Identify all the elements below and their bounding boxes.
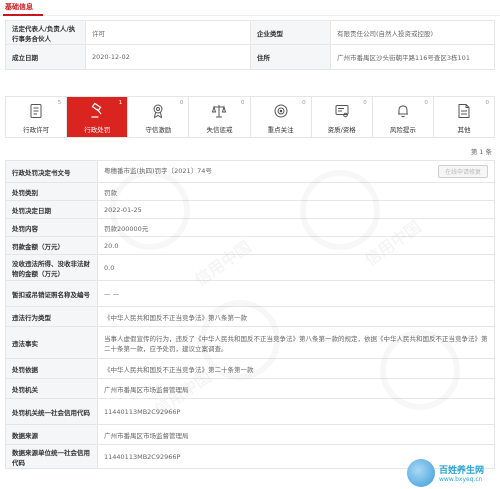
award-icon [150,103,166,119]
detail-value: 《中华人民共和国反不正当竞争法》第二十条第一款 [104,365,254,374]
company-type-value: 有限责任公司(自然人投资或控股) [330,20,495,45]
category-count: 0 [302,100,306,106]
record-pager: 第1条 [469,146,492,156]
detail-row: 处罚内容 罚款200000元 [5,218,495,237]
file-icon [456,103,472,119]
detail-value: 罚款200000元 [104,224,149,233]
detail-label: 数据来源 [5,424,98,445]
address-value: 广州市番禺区沙头街朝平路116号查区3栋101 [330,44,495,70]
detail-label: 暂扣或吊销证照名称及编号 [5,280,98,307]
detail-row: 处罚依据 《中华人民共和国反不正当竞争法》第二十条第一款 [5,358,495,379]
base-info-row: 成立日期 2020-12-02 住所 广州市番禺区沙头街朝平路116号查区3栋1… [5,44,495,70]
detail-value: 罚款 [104,188,117,197]
category-bar: 5 行政许可 1 行政处罚 0 守信激励 0 失信惩戒 0 重点关注 0 资质/资格 0 风险提示 0 其他 [5,96,495,138]
address-label: 住所 [250,44,331,70]
category-tab[interactable]: 5 行政许可 [6,97,68,137]
gavel-icon [89,102,105,119]
detail-value: 粤穗番市监(执四)罚字〔2021〕74号 [104,167,212,175]
category-label: 行政许可 [23,126,50,134]
detail-label: 处罚依据 [5,358,98,379]
category-count: 0 [363,100,367,106]
found-date-label: 成立日期 [5,44,86,70]
detail-row: 处罚机关 广州市番禺区市场监督管理局 [5,378,495,399]
detail-label: 处罚机关 [5,378,98,399]
detail-label: 处罚机关统一社会信用代码 [5,398,98,425]
detail-label: 违法事实 [5,326,98,359]
site-logo: 百姓养生网 www.bxyeq.cn [407,459,497,487]
document-icon [28,103,44,119]
detail-row: 处罚类别 罚款 [5,182,495,201]
category-label: 行政处罚 [84,126,111,134]
category-label: 资质/资格 [327,126,356,134]
category-tab[interactable]: 0 守信激励 [128,97,190,137]
category-count: 0 [485,100,490,106]
detail-label: 处罚决定日期 [5,200,98,219]
detail-row: 违法事实 当事人虚假宣传的行为，违反了《中华人民共和国反不正当竞争法》第八条第一款… [5,326,495,359]
detail-row: 没收违法所得、没收非法财物的金额（万元） 0.0 [5,254,495,281]
category-label: 守信激励 [145,126,172,134]
detail-value: 0.0 [104,263,115,272]
pager-suffix: 条 [485,148,493,156]
logo-icon [407,459,435,487]
found-date-value: 2020-12-02 [85,44,251,70]
detail-row: 处罚机关统一社会信用代码 11440113MB2C92966P [5,398,495,425]
category-label: 重点关注 [267,126,294,134]
detail-row: 处罚决定日期 2022-01-25 [5,200,495,219]
category-count: 1 [118,100,123,106]
tab-basic-info[interactable]: 基础信息 [5,2,33,12]
category-tab[interactable]: 1 行政处罚 [67,97,129,137]
bell-icon [395,103,411,119]
company-type-label: 企业类型 [250,20,331,45]
detail-label: 没收违法所得、没收非法财物的金额（万元） [5,254,98,281]
certificate-icon [334,103,350,119]
tab-underline [3,14,43,16]
site-url: www.bxyeq.cn [439,476,483,483]
detail-value: 广州市番禺区市场监督管理局 [104,431,189,440]
tab-bar: 基础信息 [0,0,500,16]
detail-row: 数据来源 广州市番禺区市场监督管理局 [5,424,495,445]
legal-rep-value: 许可 [85,20,251,45]
category-count: 0 [424,100,428,106]
category-tab[interactable]: 0 资质/资格 [312,97,373,137]
detail-label: 处罚类别 [5,182,98,201]
category-tab[interactable]: 0 重点关注 [251,97,312,137]
category-count: 5 [57,100,62,106]
detail-value: 11440113MB2C92966P [104,452,181,461]
detail-label: 罚款金额（万元） [5,236,98,255]
detail-value: 2022-01-25 [104,205,142,214]
detail-value: 广州市番禺区市场监督管理局 [104,385,189,394]
detail-value: 《中华人民共和国反不正当竞争法》第八条第一款 [104,313,247,322]
category-count: 0 [241,100,245,106]
pager-page: 1 [479,148,484,156]
detail-row: 违法行为类型 《中华人民共和国反不正当竞争法》第八条第一款 [5,306,495,327]
category-tab[interactable]: 0 其他 [434,97,494,137]
category-label: 风险提示 [389,126,416,134]
scale-icon [211,103,227,119]
apply-repair-button[interactable]: 在线申请修复 [437,165,488,178]
category-label: 失信惩戒 [206,126,233,134]
category-tab[interactable]: 0 风险提示 [373,97,434,137]
detail-row: 罚款金额（万元） 20.0 [5,236,495,255]
category-tab[interactable]: 0 失信惩戒 [189,97,251,137]
detail-label: 处罚内容 [5,218,98,237]
detail-label: 数据来源单位统一社会信用代码 [5,444,98,469]
detail-value: 11440113MB2C92966P [104,407,181,416]
target-icon [273,103,289,119]
legal-rep-label: 法定代表人/负责人/执行事务合伙人 [5,20,86,45]
category-count: 0 [179,100,184,106]
detail-value: 20.0 [104,241,119,250]
pager-prefix: 第 [470,148,478,156]
base-info-row: 法定代表人/负责人/执行事务合伙人 许可 企业类型 有限责任公司(自然人投资或控… [5,20,495,45]
detail-row: 行政处罚决定书文号 在线申请修复 粤穗番市监(执四)罚字〔2021〕74号 [5,160,495,183]
detail-row: 暂扣或吊销证照名称及编号 — — [5,280,495,307]
detail-value: — — [104,289,120,298]
category-label: 其他 [457,126,471,134]
detail-label: 行政处罚决定书文号 [5,160,98,183]
detail-value: 当事人虚假宣传的行为，违反了《中华人民共和国反不正当竞争法》第八条第一款的规定，… [104,334,488,353]
base-info-table: 法定代表人/负责人/执行事务合伙人 许可 企业类型 有限责任公司(自然人投资或控… [5,20,495,70]
site-title: 百姓养生网 [439,466,485,476]
penalty-detail-table: 行政处罚决定书文号 在线申请修复 粤穗番市监(执四)罚字〔2021〕74号 处罚类别罚… [5,160,495,469]
detail-label: 违法行为类型 [5,306,98,327]
